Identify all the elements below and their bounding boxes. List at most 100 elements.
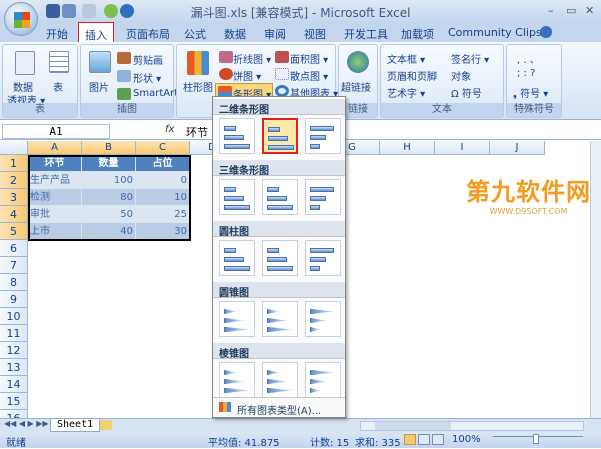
tab-view[interactable]: 视图 (298, 25, 332, 43)
row-header-4[interactable]: 4 (0, 206, 28, 223)
column-header-C[interactable]: C (136, 141, 190, 155)
area-chart-button[interactable]: 面积图 ▾ (290, 51, 328, 66)
tab-review[interactable]: 审阅 (258, 25, 292, 43)
tab-home[interactable]: 开始 (40, 25, 74, 43)
column-header-A[interactable]: A (28, 141, 82, 155)
chart-subtype-option[interactable] (219, 301, 255, 337)
table-header-cell[interactable]: 数量 (82, 155, 136, 172)
tab-formulas[interactable]: 公式 (178, 25, 212, 43)
help-icon[interactable] (540, 26, 552, 38)
tab-insert[interactable]: 插入 (78, 22, 114, 44)
row-header-8[interactable]: 8 (0, 274, 28, 291)
tab-community-clips[interactable]: Community Clips (442, 25, 548, 40)
row-header-11[interactable]: 11 (0, 325, 28, 342)
wordart-button[interactable]: 艺术字 ▾ (387, 85, 425, 100)
fx-button[interactable]: fx (165, 124, 174, 135)
chart-subtype-option[interactable] (262, 179, 298, 215)
blue-circle-icon[interactable] (120, 4, 134, 18)
sheet-nav-buttons[interactable]: ◀◀ ◀ ▶ ▶▶ (4, 419, 49, 428)
punctuation-row-2[interactable]: ; : ? (517, 68, 535, 79)
redo-icon[interactable] (82, 4, 96, 18)
normal-view-icon[interactable] (404, 434, 416, 445)
chart-subtype-option[interactable] (262, 118, 298, 154)
row-header-10[interactable]: 10 (0, 308, 28, 325)
row-header-3[interactable]: 3 (0, 189, 28, 206)
row-header-14[interactable]: 14 (0, 376, 28, 393)
chart-subtype-option[interactable] (219, 240, 255, 276)
header-footer-button[interactable]: 页眉和页脚 (387, 68, 437, 83)
table-cell[interactable]: 25 (136, 206, 190, 223)
table-button[interactable]: 表 (53, 79, 63, 94)
chart-subtype-option[interactable] (219, 362, 255, 398)
line-chart-button[interactable]: 折线图 ▾ (233, 51, 271, 66)
clipart-button[interactable]: 剪贴画 (133, 52, 163, 67)
chart-subtype-option[interactable] (262, 240, 298, 276)
undo-icon[interactable] (62, 4, 76, 18)
zoom-level[interactable]: 100% (452, 434, 481, 445)
table-cell[interactable]: 上市 (28, 223, 82, 240)
shapes-button[interactable]: 形状 ▾ (133, 70, 161, 85)
table-cell[interactable]: 生产产品 (28, 172, 82, 189)
table-cell[interactable]: 100 (82, 172, 136, 189)
row-header-12[interactable]: 12 (0, 342, 28, 359)
table-cell[interactable]: 审批 (28, 206, 82, 223)
table-header-cell[interactable]: 环节 (28, 155, 82, 172)
chart-subtype-option[interactable] (219, 179, 255, 215)
tab-page-layout[interactable]: 页面布局 (120, 25, 176, 43)
punctuation-row-1[interactable]: , . 、 (517, 51, 540, 66)
column-header-H[interactable]: H (380, 141, 435, 155)
picture-button[interactable]: 图片 (89, 79, 109, 94)
column-header-J[interactable]: J (490, 141, 545, 155)
chart-subtype-option[interactable] (305, 240, 341, 276)
table-cell[interactable]: 80 (82, 189, 136, 206)
table-cell[interactable]: 40 (82, 223, 136, 240)
scatter-chart-button[interactable]: 散点图 ▾ (290, 68, 328, 83)
table-cell[interactable]: 检测 (28, 189, 82, 206)
object-button[interactable]: 对象 (451, 68, 471, 83)
row-header-5[interactable]: 5 (0, 223, 28, 240)
smartart-button[interactable]: SmartArt (133, 88, 178, 99)
table-cell[interactable]: 0 (136, 172, 190, 189)
row-header-16[interactable]: 16 (0, 410, 28, 418)
column-header-I[interactable]: I (435, 141, 490, 155)
signature-line-button[interactable]: 签名行 ▾ (451, 51, 489, 66)
row-header-2[interactable]: 2 (0, 172, 28, 189)
column-header-B[interactable]: B (82, 141, 136, 155)
table-cell[interactable]: 10 (136, 189, 190, 206)
insert-sheet-icon[interactable] (100, 420, 112, 430)
chart-subtype-option[interactable] (305, 362, 341, 398)
minimize-button[interactable]: – (548, 4, 554, 17)
table-cell[interactable]: 30 (136, 223, 190, 240)
name-box[interactable]: A1 (2, 124, 110, 139)
hyperlink-button[interactable]: 超链接 (341, 79, 371, 94)
table-cell[interactable]: 50 (82, 206, 136, 223)
chart-subtype-option[interactable] (305, 179, 341, 215)
column-chart-button[interactable]: 柱形图 (183, 79, 213, 94)
chart-subtype-option[interactable] (262, 301, 298, 337)
all-chart-types-button[interactable]: 所有图表类型(A)... (213, 397, 345, 417)
table-header-cell[interactable]: 占位 (136, 155, 190, 172)
vertical-scrollbar[interactable] (590, 141, 601, 418)
tab-developer[interactable]: 开发工具 (338, 25, 394, 43)
save-icon[interactable] (46, 4, 60, 18)
row-header-7[interactable]: 7 (0, 257, 28, 274)
sheet-tab-sheet1[interactable]: Sheet1 (50, 418, 101, 432)
green-circle-icon[interactable] (104, 4, 118, 18)
chart-subtype-option[interactable] (262, 362, 298, 398)
row-header-9[interactable]: 9 (0, 291, 28, 308)
row-header-6[interactable]: 6 (0, 240, 28, 257)
close-button[interactable]: ✕ (585, 4, 594, 17)
chart-subtype-option[interactable] (219, 118, 255, 154)
tab-addins[interactable]: 加载项 (395, 25, 440, 43)
row-header-1[interactable]: 1 (0, 155, 28, 172)
chart-subtype-option[interactable] (305, 118, 341, 154)
zoom-slider-thumb[interactable] (533, 434, 539, 444)
special-symbol-button[interactable]: ❟ 符号 ▾ (513, 85, 548, 100)
tab-data[interactable]: 数据 (218, 25, 252, 43)
row-header-15[interactable]: 15 (0, 393, 28, 410)
chart-subtype-option[interactable] (305, 301, 341, 337)
formula-input[interactable]: 环节 (186, 124, 208, 140)
select-all-button[interactable] (0, 141, 28, 155)
textbox-button[interactable]: 文本框 ▾ (387, 51, 425, 66)
page-layout-view-icon[interactable] (418, 434, 430, 445)
